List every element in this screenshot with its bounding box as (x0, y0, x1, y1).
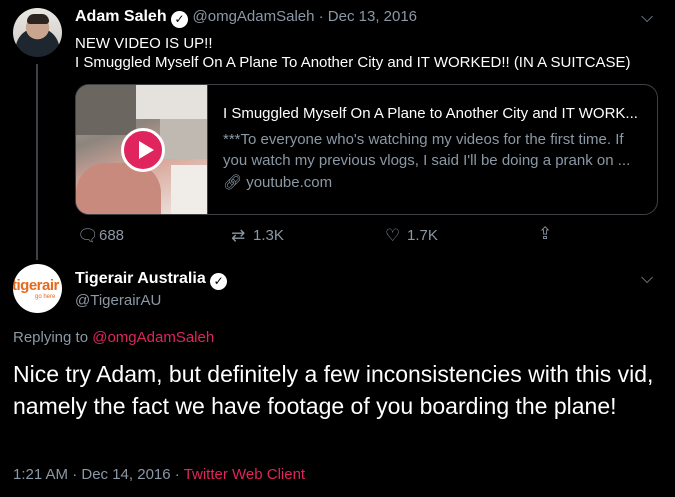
retweet-icon: ⇄ (231, 226, 246, 245)
reply-count: 688 (99, 227, 125, 244)
thread-line (36, 64, 38, 260)
replying-to: Replying to @omgAdamSaleh (13, 329, 214, 346)
like-count: 1.7K (407, 227, 438, 244)
tigerair-avatar[interactable]: tigerair go here (13, 264, 62, 313)
share-button[interactable]: ⇪ (538, 224, 560, 244)
replying-handle-link[interactable]: @omgAdamSaleh (92, 329, 214, 346)
play-icon[interactable] (121, 128, 165, 172)
verified-icon: ✓ (210, 273, 228, 290)
chevron-down-icon[interactable]: ⌵ (641, 9, 653, 27)
tweet2-timestamp[interactable]: 1:21 AM · Dec 14, 2016 · (13, 466, 180, 483)
tweet1-text-line1: NEW VIDEO IS UP!! (75, 35, 213, 52)
client-link[interactable]: Twitter Web Client (184, 466, 305, 483)
link-card[interactable]: I Smuggled Myself On A Plane to Another … (75, 84, 658, 215)
card-description: ***To everyone who's watching my videos … (223, 131, 631, 169)
reply-icon: 🗨︎ (77, 226, 99, 245)
tweet1-header: Adam Saleh ✓ @omgAdamSaleh · Dec 13, 201… (75, 8, 417, 28)
link-icon: 🔗︎ (223, 174, 243, 191)
retweet-count: 1.3K (253, 227, 284, 244)
tweet2-author-name[interactable]: Tigerair Australia (75, 270, 206, 287)
video-thumbnail[interactable] (76, 85, 208, 214)
card-title: I Smuggled Myself On A Plane to Another … (223, 105, 638, 122)
avatar-logo-subtext: go here (35, 294, 56, 300)
share-icon: ⇪ (538, 224, 553, 243)
retweet-button[interactable]: ⇄ 1.3K (231, 226, 284, 246)
replying-prefix: Replying to (13, 329, 89, 346)
like-button[interactable]: ♡ 1.7K (385, 226, 438, 246)
tweet1-handle-date[interactable]: @omgAdamSaleh · Dec 13, 2016 (193, 8, 418, 25)
tweet2-text: Nice try Adam, but definitely a few inco… (13, 361, 654, 419)
verified-icon: ✓ (171, 11, 189, 28)
reply-button[interactable]: 🗨︎688 (77, 226, 124, 246)
card-link-text: youtube.com (246, 174, 333, 191)
tweet2-header: Tigerair Australia ✓ (75, 270, 228, 290)
chevron-down-icon[interactable]: ⌵ (641, 270, 653, 288)
avatar-logo-text: tigerair (13, 277, 59, 294)
like-icon: ♡ (385, 226, 401, 245)
tweet1-author-name[interactable]: Adam Saleh (75, 8, 167, 25)
adam-saleh-avatar[interactable] (13, 8, 62, 57)
tweet2-handle[interactable]: @TigerairAU (75, 292, 161, 309)
card-link: 🔗︎ youtube.com (223, 173, 332, 191)
tweet2-meta: 1:21 AM · Dec 14, 2016 · Twitter Web Cli… (13, 466, 305, 483)
tweet1-text-line2: I Smuggled Myself On A Plane To Another … (75, 54, 631, 71)
